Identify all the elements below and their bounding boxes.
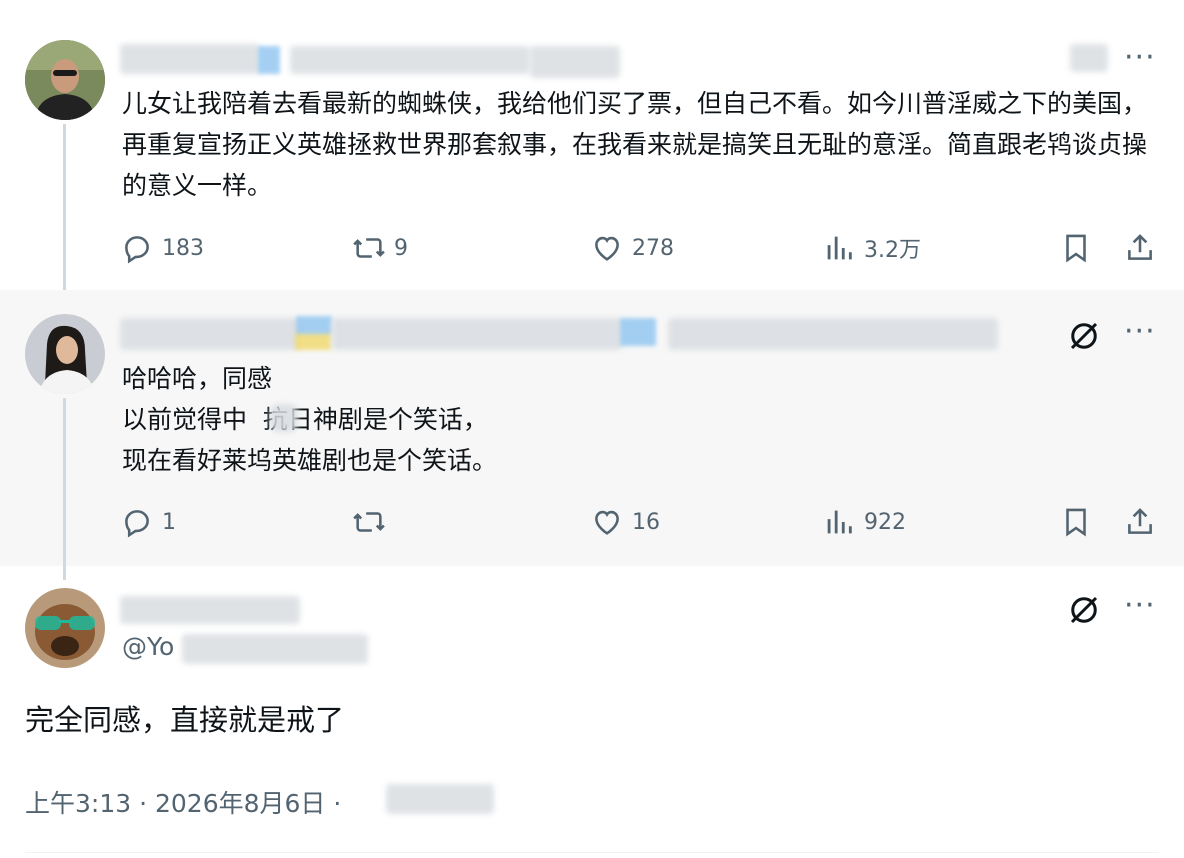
reply-button[interactable]: 1 xyxy=(120,500,176,544)
reply-icon xyxy=(125,510,149,538)
grok-icon xyxy=(1070,596,1098,624)
repost-icon xyxy=(353,238,385,258)
divider xyxy=(25,852,1159,853)
reply-count: 1 xyxy=(162,509,176,535)
bookmark-button[interactable] xyxy=(1056,502,1096,542)
timestamp[interactable]: 上午3:13 · 2026年8月6日 · xyxy=(25,784,341,820)
like-count: 16 xyxy=(632,509,660,535)
avatar[interactable] xyxy=(25,40,105,120)
action-bar: 1 16 922 xyxy=(120,500,1160,544)
share-button[interactable] xyxy=(1120,228,1160,268)
share-icon xyxy=(1128,234,1152,260)
grok-icon xyxy=(1070,322,1098,350)
views-button[interactable]: 3.2万 xyxy=(822,226,921,270)
bookmark-icon xyxy=(1066,234,1086,263)
more-icon[interactable]: ··· xyxy=(1124,317,1156,347)
more-icon[interactable]: ··· xyxy=(1124,591,1156,621)
like-button[interactable]: 16 xyxy=(590,500,660,544)
repost-count: 9 xyxy=(394,235,408,261)
reply-count: 183 xyxy=(162,235,204,261)
share-button[interactable] xyxy=(1120,502,1160,542)
reply-icon xyxy=(125,236,149,264)
repost-button[interactable]: 9 xyxy=(352,226,408,270)
repost-icon xyxy=(353,512,385,532)
like-count: 278 xyxy=(632,235,674,261)
more-icon[interactable]: ··· xyxy=(1124,43,1156,73)
thread-line-1 xyxy=(63,124,66,304)
repost-button[interactable] xyxy=(352,500,394,544)
views-count: 3.2万 xyxy=(864,238,921,263)
avatar[interactable] xyxy=(25,314,105,394)
avatar[interactable] xyxy=(25,588,105,668)
action-bar: 183 9 278 3.2万 xyxy=(120,226,1160,270)
reply-button[interactable]: 183 xyxy=(120,226,204,270)
views-button[interactable]: 922 xyxy=(822,500,906,544)
views-icon xyxy=(827,510,852,534)
bookmark-button[interactable] xyxy=(1056,228,1096,268)
like-icon xyxy=(595,236,619,261)
tweet-text: 儿女让我陪着去看最新的蜘蛛侠，我给他们买了票，但自己不看。如今川普淫威之下的美国… xyxy=(122,89,1148,200)
views-icon xyxy=(827,236,852,260)
bookmark-icon xyxy=(1066,508,1086,537)
thread-line-2 xyxy=(63,398,66,580)
reply-line-1: 哈哈哈，同感 xyxy=(122,364,273,393)
username-handle[interactable]: @Yo xyxy=(122,632,174,661)
like-button[interactable]: 278 xyxy=(590,226,674,270)
share-icon xyxy=(1128,508,1152,534)
main-tweet-text: 完全同感，直接就是戒了 xyxy=(25,703,345,737)
views-count: 922 xyxy=(864,509,906,535)
grok-button[interactable] xyxy=(1062,588,1106,632)
like-icon xyxy=(595,510,619,535)
grok-button[interactable] xyxy=(1062,314,1106,358)
reply-line-3: 现在看好莱坞英雄剧也是个笑话。 xyxy=(122,446,498,475)
reply-line-2: 以前觉得中 抗日神剧是个笑话， xyxy=(122,405,488,434)
